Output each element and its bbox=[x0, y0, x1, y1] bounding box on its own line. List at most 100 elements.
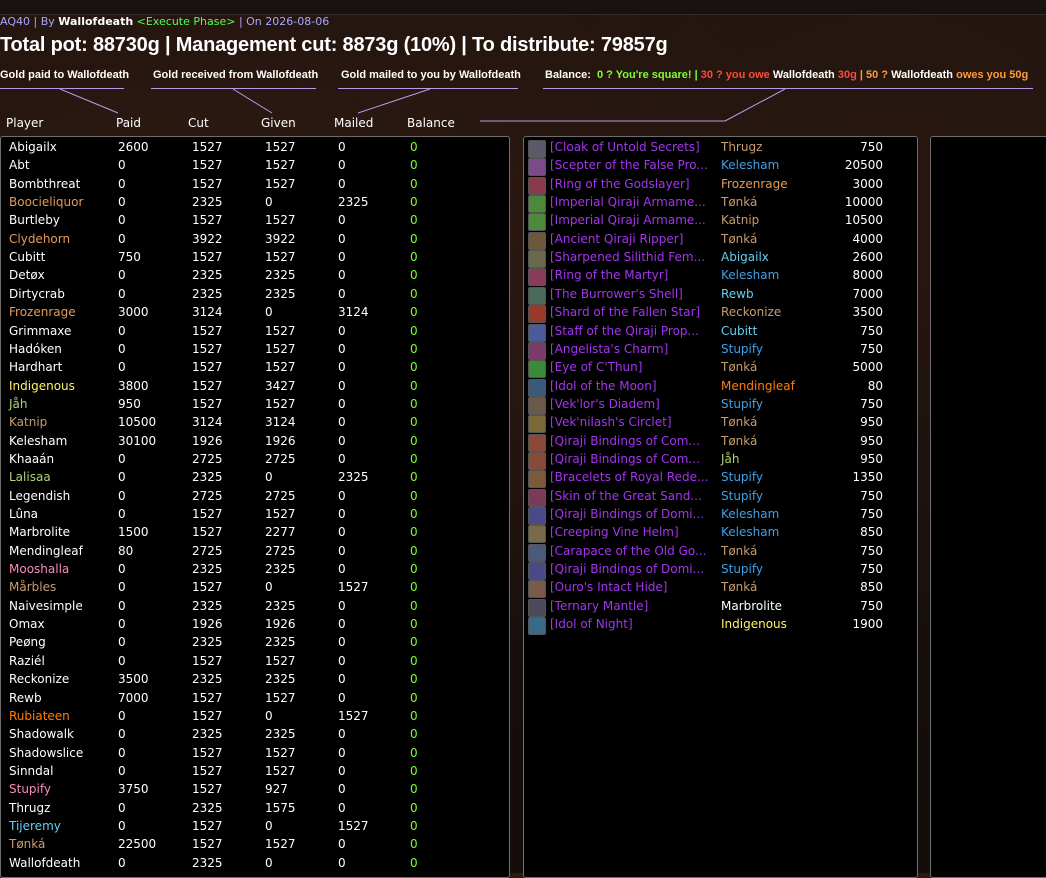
loot-row[interactable]: [Creeping Vine Helm] Kelesham 850 bbox=[524, 524, 915, 544]
item-link[interactable]: [Qiraji Bindings of Domi... bbox=[550, 562, 704, 576]
player-row[interactable]: Indigenous 3800 1527 3427 0 0 bbox=[1, 379, 507, 397]
loot-row[interactable]: [Imperial Qiraji Armame... Tønká 10000 bbox=[524, 194, 915, 214]
item-link[interactable]: [Vek'nilash's Circlet] bbox=[550, 415, 672, 429]
item-link[interactable]: [Idol of Night] bbox=[550, 617, 633, 631]
player-row[interactable]: Abigailx 2600 1527 1527 0 0 bbox=[1, 140, 507, 158]
player-row[interactable]: Raziél 0 1527 1527 0 0 bbox=[1, 654, 507, 672]
loot-row[interactable]: [Carapace of the Old Go... Tønká 750 bbox=[524, 543, 915, 562]
player-row[interactable]: Grimmaxe 0 1527 1527 0 0 bbox=[1, 324, 507, 342]
player-row[interactable]: Abt 0 1527 1527 0 0 bbox=[1, 158, 507, 176]
item-link[interactable]: [Ancient Qiraji Ripper] bbox=[550, 232, 683, 246]
player-row[interactable]: Boocieliquor 0 2325 0 2325 0 bbox=[1, 195, 507, 213]
item-link[interactable]: [Qiraji Bindings of Com... bbox=[550, 434, 700, 448]
item-link[interactable]: [Carapace of the Old Go... bbox=[550, 544, 706, 558]
loot-row[interactable]: [Shard of the Fallen Star] Reckonize 3500 bbox=[524, 304, 915, 324]
loot-row[interactable]: [Ternary Mantle] Marbrolite 750 bbox=[524, 598, 915, 617]
loot-row[interactable]: [Cloak of Untold Secrets] Thrugz 750 bbox=[524, 139, 915, 158]
loot-row[interactable]: [Idol of Night] Indigenous 1900 bbox=[524, 616, 915, 636]
item-link[interactable]: [Skin of the Great Sand... bbox=[550, 489, 702, 503]
player-row[interactable]: Rubiateen 0 1527 0 1527 0 bbox=[1, 709, 507, 727]
player-row[interactable]: Rewb 7000 1527 1527 0 0 bbox=[1, 691, 507, 709]
player-row[interactable]: Wallofdeath 0 2325 0 0 0 bbox=[1, 856, 507, 874]
item-link[interactable]: [Ternary Mantle] bbox=[550, 599, 648, 613]
loot-row[interactable]: [Scepter of the False Pro... Kelesham 2050… bbox=[524, 157, 915, 177]
player-row[interactable]: Marbrolite 1500 1527 2277 0 0 bbox=[1, 525, 507, 543]
player-row[interactable]: Cubitt 750 1527 1527 0 0 bbox=[1, 250, 507, 268]
loot-row[interactable]: [Skin of the Great Sand... Stupify 750 bbox=[524, 488, 915, 507]
player-row[interactable]: Kelesham 30100 1926 1926 0 0 bbox=[1, 434, 507, 452]
player-row[interactable]: Sinndal 0 1527 1527 0 0 bbox=[1, 764, 507, 782]
player-row[interactable]: Shadowalk 0 2325 2325 0 0 bbox=[1, 727, 507, 745]
item-link[interactable]: [Imperial Qiraji Armame... bbox=[550, 213, 706, 227]
player-row[interactable]: Clydehorn 0 3922 3922 0 0 bbox=[1, 232, 507, 250]
player-row[interactable]: Dirtycrab 0 2325 2325 0 0 bbox=[1, 287, 507, 305]
loot-row[interactable]: [Qiraji Bindings of Com... Tønká 950 bbox=[524, 433, 915, 452]
item-link[interactable]: [Ouro's Intact Hide] bbox=[550, 580, 667, 594]
player-row[interactable]: Naivesimple 0 2325 2325 0 0 bbox=[1, 599, 507, 617]
loot-row[interactable]: [Qiraji Bindings of Domi... Kelesham 750 bbox=[524, 506, 915, 525]
loot-row[interactable]: [Staff of the Qiraji Prop... Cubitt 750 bbox=[524, 323, 915, 342]
player-row[interactable]: Mendingleaf 80 2725 2725 0 0 bbox=[1, 544, 507, 562]
loot-row[interactable]: [Idol of the Moon] Mendingleaf 80 bbox=[524, 378, 915, 397]
loot-row[interactable]: [Vek'nilash's Circlet] Tønká 950 bbox=[524, 414, 915, 434]
item-link[interactable]: [Qiraji Bindings of Com... bbox=[550, 452, 700, 466]
item-link[interactable]: [Idol of the Moon] bbox=[550, 379, 657, 393]
item-link[interactable]: [The Burrower's Shell] bbox=[550, 287, 683, 301]
loot-row[interactable]: [Ancient Qiraji Ripper] Tønká 4000 bbox=[524, 231, 915, 250]
loot-row[interactable]: [The Burrower's Shell] Rewb 7000 bbox=[524, 286, 915, 305]
loot-row[interactable]: [Eye of C'Thun] Tønká 5000 bbox=[524, 359, 915, 379]
player-row[interactable]: Legendish 0 2725 2725 0 0 bbox=[1, 489, 507, 507]
player-row[interactable]: Omax 0 1926 1926 0 0 bbox=[1, 617, 507, 635]
loot-row[interactable]: [Ring of the Martyr] Kelesham 8000 bbox=[524, 267, 915, 287]
player-row[interactable]: Tønká 22500 1527 1527 0 0 bbox=[1, 837, 507, 855]
player-row[interactable]: Bombthreat 0 1527 1527 0 0 bbox=[1, 177, 507, 195]
item-link[interactable]: [Vek'lor's Diadem] bbox=[550, 397, 660, 411]
item-link[interactable]: [Scepter of the False Pro... bbox=[550, 158, 708, 172]
player-row[interactable]: Mårbles 0 1527 0 1527 0 bbox=[1, 580, 507, 598]
players-ledger-panel[interactable]: Abigailx 2600 1527 1527 0 0 Abt 0 1527 1527 0 0 Bomb… bbox=[0, 136, 510, 878]
given-value: 2325 bbox=[265, 268, 296, 283]
player-row[interactable]: Khaaán 0 2725 2725 0 0 bbox=[1, 452, 507, 470]
item-link[interactable]: [Cloak of Untold Secrets] bbox=[550, 140, 700, 154]
loot-row[interactable]: [Vek'lor's Diadem] Stupify 750 bbox=[524, 396, 915, 415]
player-row[interactable]: Lûna 0 1527 1527 0 0 bbox=[1, 507, 507, 525]
item-link[interactable]: [Eye of C'Thun] bbox=[550, 360, 642, 374]
loot-row[interactable]: [Bracelets of Royal Rede... Stupify 1350 bbox=[524, 469, 915, 489]
player-row[interactable]: Hardhart 0 1527 1527 0 0 bbox=[1, 360, 507, 378]
third-panel[interactable] bbox=[930, 136, 1046, 878]
player-row[interactable]: Frozenrage 3000 3124 0 3124 0 bbox=[1, 305, 507, 323]
item-link[interactable]: [Qiraji Bindings of Domi... bbox=[550, 507, 704, 521]
item-link[interactable]: [Ring of the Godslayer] bbox=[550, 177, 690, 191]
loot-row[interactable]: [Sharpened Silithid Fem... Abigailx 2600 bbox=[524, 249, 915, 269]
item-link[interactable]: [Imperial Qiraji Armame... bbox=[550, 195, 706, 209]
player-row[interactable]: Thrugz 0 2325 1575 0 0 bbox=[1, 801, 507, 819]
item-link[interactable]: [Ring of the Martyr] bbox=[550, 268, 668, 282]
player-row[interactable]: Katnip 10500 3124 3124 0 0 bbox=[1, 415, 507, 433]
player-row[interactable]: Burtleby 0 1527 1527 0 0 bbox=[1, 213, 507, 231]
item-link[interactable]: [Creeping Vine Helm] bbox=[550, 525, 679, 539]
item-link[interactable]: [Bracelets of Royal Rede... bbox=[550, 470, 708, 484]
connector-mailed bbox=[357, 88, 431, 114]
cut-value: 1527 bbox=[192, 323, 223, 338]
loot-row[interactable]: [Qiraji Bindings of Com... Jåh 950 bbox=[524, 451, 915, 470]
player-row[interactable]: Hadóken 0 1527 1527 0 0 bbox=[1, 342, 507, 360]
loot-row[interactable]: [Qiraji Bindings of Domi... Stupify 750 bbox=[524, 561, 915, 581]
player-row[interactable]: Shadowslice 0 1527 1527 0 0 bbox=[1, 746, 507, 764]
item-link[interactable]: [Sharpened Silithid Fem... bbox=[550, 250, 705, 264]
player-row[interactable]: Detøx 0 2325 2325 0 0 bbox=[1, 268, 507, 286]
loot-row[interactable]: [Ouro's Intact Hide] Tønká 850 bbox=[524, 579, 915, 599]
player-row[interactable]: Jåh 950 1527 1527 0 0 bbox=[1, 397, 507, 415]
loot-row[interactable]: [Ring of the Godslayer] Frozenrage 3000 bbox=[524, 176, 915, 195]
loot-row[interactable]: [Angelista's Charm] Stupify 750 bbox=[524, 341, 915, 360]
player-row[interactable]: Stupify 3750 1527 927 0 0 bbox=[1, 782, 507, 800]
player-row[interactable]: Peøng 0 2325 2325 0 0 bbox=[1, 635, 507, 653]
item-link[interactable]: [Shard of the Fallen Star] bbox=[550, 305, 700, 319]
item-link[interactable]: [Staff of the Qiraji Prop... bbox=[550, 324, 699, 338]
loot-row[interactable]: [Imperial Qiraji Armame... Katnip 10500 bbox=[524, 212, 915, 232]
item-link[interactable]: [Angelista's Charm] bbox=[550, 342, 668, 356]
loot-list-panel[interactable]: [Cloak of Untold Secrets] Thrugz 750 [Scept… bbox=[523, 136, 918, 878]
player-row[interactable]: Tijeremy 0 1527 0 1527 0 bbox=[1, 819, 507, 837]
player-row[interactable]: Lalisaa 0 2325 0 2325 0 bbox=[1, 470, 507, 488]
player-row[interactable]: Mooshalla 0 2325 2325 0 0 bbox=[1, 562, 507, 580]
player-row[interactable]: Reckonize 3500 2325 2325 0 0 bbox=[1, 672, 507, 690]
